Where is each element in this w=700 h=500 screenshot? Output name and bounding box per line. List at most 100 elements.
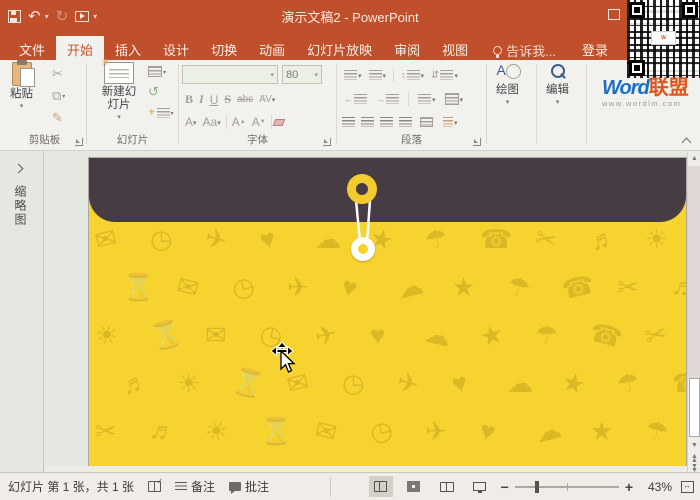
zoom-percentage[interactable]: 43% [642,480,672,494]
format-painter-button[interactable]: ✎ [52,110,65,126]
tab-view[interactable]: 视图 [431,36,479,60]
reset-slide-button[interactable]: ↺ [148,84,174,100]
bold-button[interactable]: B [182,92,196,107]
zoom-out-button[interactable]: − [501,479,509,495]
zoom-slider-thumb[interactable] [534,480,539,493]
spell-check-icon [148,477,163,492]
group-slides: 新建幻灯片 ▾ ▾ ↺ ✳▾ 幻灯片 [88,56,177,150]
strikethrough-button[interactable]: S [221,92,234,107]
line-spacing-icon [406,70,420,80]
spell-check-button[interactable] [148,477,163,492]
notes-icon [175,481,188,492]
decrease-indent-icon [354,94,367,104]
thumbnails-pane-collapsed[interactable]: 缩略图 [0,151,44,472]
slide-canvas[interactable]: ✉ ◷ ✈ ♥ ☁ ★ ☂ ☎ ✂ ♬ ☀ ⌛ ✉ ◷ ✈ ♥ ☁ ★ ☂ ☎ ✂ ♬ ☀ ⌛ ✉ ◷ ✈ ♥ ☁ ★ ☂ ☎ ✂ ♬ ☀ ⌛ ✉ ◷ ✈ ♥… [88,157,687,467]
font-color-button[interactable]: A ▾ [182,115,200,129]
qr-code: W [627,0,700,78]
clear-formatting-button[interactable]: abc [234,94,256,105]
character-spacing-button[interactable]: AV ▾ [256,94,278,105]
underline-button[interactable]: U [207,93,222,107]
tab-transitions[interactable]: 切换 [200,36,248,60]
comments-button[interactable]: 批注 [229,478,269,495]
slide-sorter-icon [407,481,421,492]
grow-font-button[interactable]: A ▲ [229,115,249,129]
shrink-font-button[interactable]: A ▼ [249,115,269,129]
justify-button[interactable] [399,117,412,127]
zoom-controls: − + [501,479,633,495]
collapse-ribbon-button[interactable] [682,136,690,144]
layout-button[interactable]: ▾ [148,66,174,77]
powerpoint-window: ↶ ▾ ↻ ▾ 演示文稿2 - PowerPoint 文件 开始 插入 设计 切… [0,0,700,500]
envelope-button-bottom[interactable] [351,237,375,261]
slide-sorter-view-button[interactable] [402,476,426,497]
paste-button[interactable]: 粘贴 ▾ [10,60,35,110]
scrollbar-track[interactable] [688,166,700,378]
envelope-strings [354,199,372,243]
numbering-icon [368,70,382,80]
text-direction-button[interactable]: ⇵ ▾ [429,69,460,82]
tell-me-box[interactable]: 告诉我... [479,36,564,60]
bullets-button[interactable]: ▾ [342,69,364,81]
text-direction-icon [440,70,454,80]
magnifier-icon [548,62,568,82]
italic-button[interactable]: I [196,92,207,107]
envelope-button-top[interactable] [347,174,377,204]
copy-button[interactable]: ⧉ ▾ [52,88,65,104]
tab-file[interactable]: 文件 [8,36,56,60]
restore-window-button[interactable] [608,9,620,20]
vertical-scrollbar[interactable]: ▲ ▼ ▲ ▲ ▼ ▼ [687,151,700,474]
tab-slideshow[interactable]: 幻灯片放映 [296,36,383,60]
change-case-button[interactable]: Aa ▾ [200,115,224,129]
tab-insert[interactable]: 插入 [104,36,152,60]
status-bar: 幻灯片 第 1 张，共 1 张 备注 批注 − + 43% [0,472,700,500]
editing-button[interactable]: 编辑 ▾ [546,62,569,106]
previous-slide-button[interactable]: ▲ ▲ [688,452,700,464]
scrollbar-thumb[interactable] [688,378,700,437]
font-dialog-launcher[interactable] [323,138,331,146]
new-slide-button[interactable]: 新建幻灯片 ▾ [96,56,142,121]
columns-button[interactable]: ▾ [416,93,438,105]
columns-icon [418,94,431,104]
cut-button[interactable]: ✂ [52,66,65,82]
increase-indent-button[interactable]: → [374,93,401,105]
paragraph-dialog-launcher[interactable] [473,138,481,146]
slideshow-view-button[interactable] [468,476,492,497]
slide-workspace: 缩略图 ✉ ◷ ✈ ♥ ☁ ★ ☂ ☎ ✂ ♬ ☀ ⌛ ✉ ◷ ✈ ♥ ☁ ★ ☂ ☎ ✂ ♬ ☀ ⌛ ✉ ◷ ✈ ♥ ☁ ★ ☂ ☎ ✂ ♬ ☀ ⌛… [0,151,700,474]
new-slide-icon [101,56,134,84]
align-left-button[interactable] [342,117,355,127]
group-font: ▾ 80 ▾ B I U S abc AV▾ A▾ Aa▾ A▲ A▼ [180,60,335,150]
paste-icon [11,60,35,87]
next-slide-button[interactable]: ▼ ▼ [688,462,700,474]
font-name-combobox[interactable]: ▾ [182,65,278,84]
scroll-up-button[interactable]: ▲ [688,151,700,166]
numbering-button[interactable]: ▾ [367,69,389,81]
align-right-button[interactable] [380,117,393,127]
fit-slide-to-window-button[interactable] [681,480,694,493]
tab-design[interactable]: 设计 [152,36,200,60]
section-button[interactable]: ✳ ▾ [148,107,174,118]
tab-home[interactable]: 开始 [56,36,105,60]
align-center-button[interactable] [361,117,374,127]
tab-review[interactable]: 审阅 [383,36,431,60]
clear-all-formatting-icon[interactable] [272,118,285,126]
reading-view-button[interactable] [435,476,459,497]
zoom-in-button[interactable]: + [625,479,633,495]
zoom-slider[interactable] [514,480,619,493]
drawing-button[interactable]: A 绘图 ▾ [496,62,521,106]
distribute-button[interactable] [418,116,435,128]
tab-animations[interactable]: 动画 [248,36,296,60]
clipboard-dialog-launcher[interactable] [75,138,83,146]
normal-view-button[interactable] [368,476,393,497]
notes-button[interactable]: 备注 [175,478,215,495]
lightbulb-icon [493,45,503,58]
slideshow-view-icon [473,482,487,493]
scroll-down-button[interactable]: ▼ [688,438,700,453]
align-text-button[interactable]: ▾ [443,92,466,106]
window-title: 演示文稿2 - PowerPoint [281,10,419,25]
decrease-indent-button[interactable]: ← [342,93,369,105]
sign-in-button[interactable]: 登录 [564,36,616,60]
smartart-button[interactable]: ▾ [441,116,460,128]
line-spacing-button[interactable]: ↕ ▾ [399,69,426,81]
expand-thumbnails-icon[interactable] [13,163,24,174]
font-size-combobox[interactable]: 80 ▾ [282,65,322,84]
